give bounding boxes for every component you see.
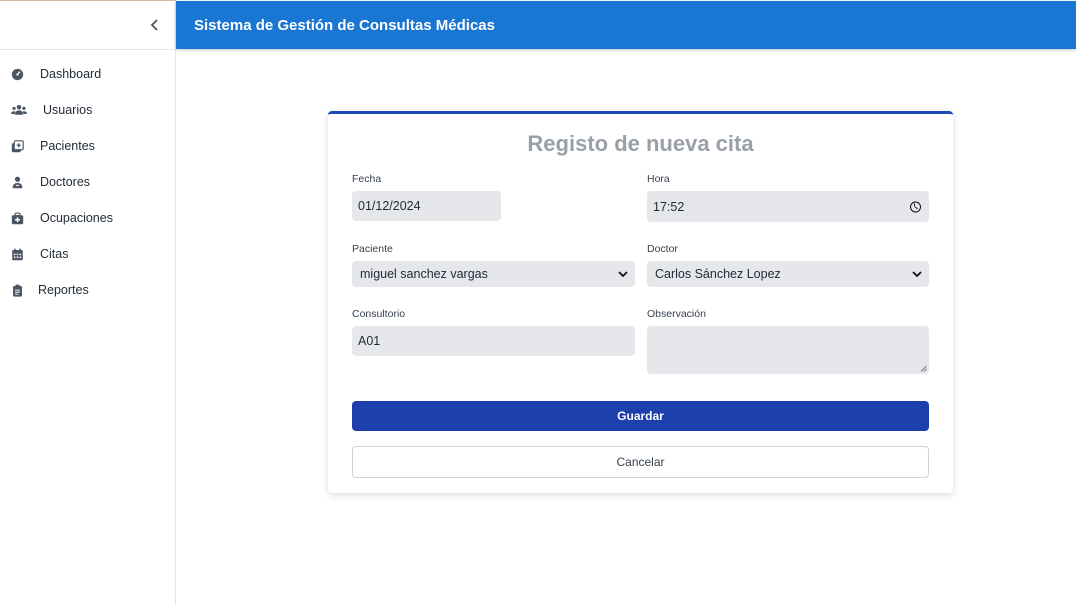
fecha-value: 01/12/2024: [358, 199, 421, 213]
sidebar-item-label: Doctores: [40, 175, 91, 189]
hora-input[interactable]: 17:52: [647, 191, 929, 222]
chevron-down-icon: [912, 271, 922, 278]
resize-handle-icon[interactable]: [920, 365, 927, 372]
sidebar-item-pacientes[interactable]: Pacientes: [0, 128, 175, 164]
calendar-icon: [10, 247, 24, 261]
sidebar: Dashboard Usuarios Pacientes Doctores Oc…: [0, 0, 176, 605]
clipboard-icon: [10, 283, 24, 297]
consultorio-value: A01: [358, 334, 381, 348]
sidebar-collapse-button[interactable]: [146, 16, 162, 34]
sidebar-item-label: Reportes: [38, 283, 89, 297]
sidebar-item-label: Usuarios: [43, 103, 93, 117]
paciente-label: Paciente: [352, 243, 393, 255]
save-button[interactable]: Guardar: [352, 401, 929, 431]
sidebar-item-reportes[interactable]: Reportes: [0, 272, 175, 308]
sidebar-item-label: Pacientes: [40, 139, 95, 153]
chevron-left-icon: [150, 19, 158, 31]
sidebar-header: [0, 0, 175, 50]
doctor-icon: [10, 175, 24, 189]
sidebar-item-citas[interactable]: Citas: [0, 236, 175, 272]
hospital-user-icon: [10, 139, 24, 153]
hora-label: Hora: [647, 173, 670, 185]
medkit-icon: [10, 211, 24, 225]
doctor-value: Carlos Sánchez Lopez: [655, 267, 781, 281]
consultorio-label: Consultorio: [352, 308, 406, 320]
fecha-input[interactable]: 01/12/2024: [352, 191, 501, 221]
observacion-textarea[interactable]: [647, 326, 929, 374]
sidebar-nav: Dashboard Usuarios Pacientes Doctores Oc…: [0, 50, 175, 308]
doctor-select[interactable]: Carlos Sánchez Lopez: [647, 261, 929, 287]
sidebar-item-ocupaciones[interactable]: Ocupaciones: [0, 200, 175, 236]
sidebar-item-usuarios[interactable]: Usuarios: [0, 92, 175, 128]
appointment-form-card: Registo de nueva cita Fecha 01/12/2024 H…: [328, 111, 953, 493]
doctor-label: Doctor: [647, 243, 678, 255]
top-app-bar: Sistema de Gestión de Consultas Médicas: [176, 1, 1076, 49]
paciente-select[interactable]: miguel sanchez vargas: [352, 261, 635, 287]
sidebar-item-label: Citas: [40, 247, 69, 261]
hora-value: 17:52: [653, 199, 685, 214]
sidebar-item-doctores[interactable]: Doctores: [0, 164, 175, 200]
form-title: Registo de nueva cita: [527, 131, 754, 156]
fecha-label: Fecha: [352, 173, 382, 185]
sidebar-item-label: Dashboard: [40, 67, 102, 81]
paciente-value: miguel sanchez vargas: [360, 267, 488, 281]
clock-icon[interactable]: [910, 201, 921, 212]
users-icon: [10, 103, 27, 117]
cancel-button[interactable]: Cancelar: [352, 446, 929, 478]
consultorio-input[interactable]: A01: [352, 326, 635, 356]
gauge-icon: [10, 67, 24, 81]
sidebar-item-dashboard[interactable]: Dashboard: [0, 56, 175, 92]
observacion-label: Observación: [647, 308, 706, 320]
app-title: Sistema de Gestión de Consultas Médicas: [194, 16, 495, 34]
sidebar-item-label: Ocupaciones: [40, 211, 113, 225]
chevron-down-icon: [618, 271, 628, 278]
